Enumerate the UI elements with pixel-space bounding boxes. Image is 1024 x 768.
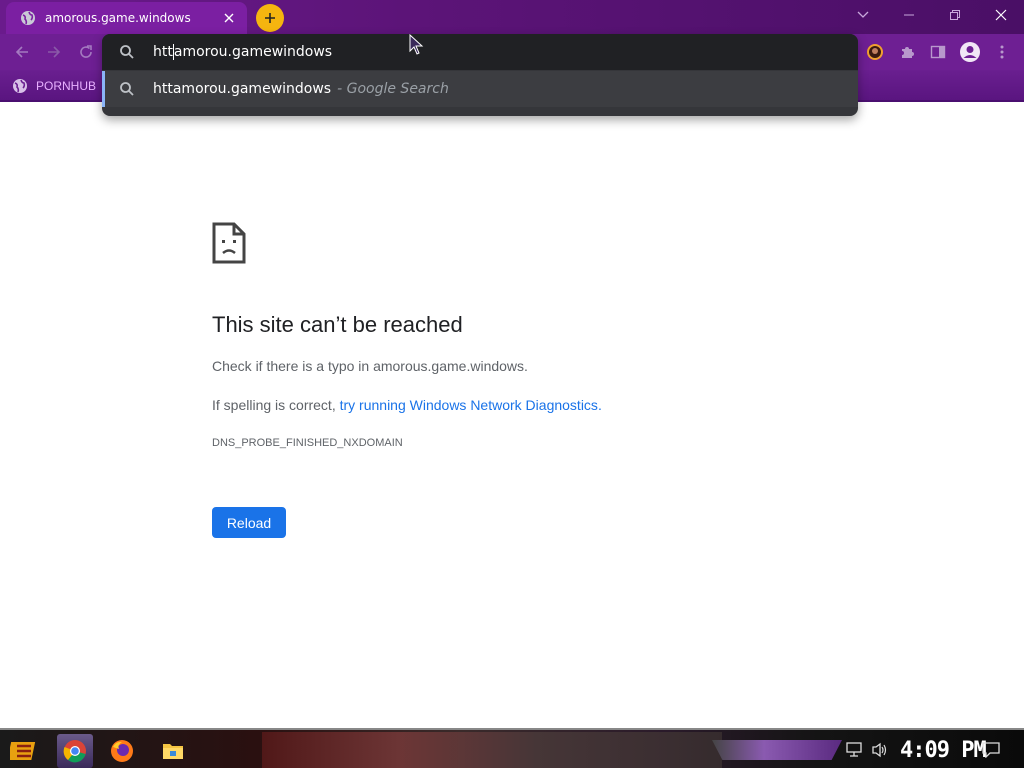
taskbar-decoration (712, 740, 842, 760)
notification-icon (982, 742, 1000, 758)
plus-icon (265, 13, 275, 23)
tab-title: amorous.game.windows (45, 11, 191, 25)
side-panel-button[interactable] (924, 38, 952, 66)
chevron-down-icon (857, 11, 869, 18)
omnibox-input[interactable]: httamorou.gamewindows (102, 34, 858, 70)
taskbar-file-explorer[interactable] (155, 734, 191, 768)
firefox-icon (111, 740, 133, 762)
restore-button[interactable] (932, 0, 978, 30)
diagnostics-suffix: . (597, 397, 602, 413)
error-typo-hint: Check if there is a typo in amorous.game… (212, 358, 528, 374)
minimize-button[interactable] (886, 0, 932, 30)
volume-tray-icon[interactable] (869, 738, 891, 762)
notification-center[interactable] (980, 738, 1002, 762)
omnibox-text-before-caret: htt (153, 44, 173, 60)
taskbar-clock[interactable]: 4:09 PM (900, 734, 987, 766)
network-icon (846, 742, 862, 757)
extensions-button[interactable] (893, 38, 921, 66)
omnibox-text-after-caret: amorou.gamewindows (173, 44, 333, 60)
start-icon (10, 742, 36, 760)
arrow-left-icon (15, 46, 28, 58)
suggestion-text: httamorou.gamewindows (153, 81, 332, 97)
account-icon (960, 42, 980, 62)
search-icon (120, 82, 134, 96)
close-window-button[interactable] (978, 0, 1024, 30)
error-code: DNS_PROBE_FINISHED_NXDOMAIN (212, 437, 403, 449)
omnibox-dropdown: httamorou.gamewindows httamorou.gamewind… (102, 34, 858, 116)
reload-button[interactable]: Reload (212, 507, 286, 538)
new-tab-button[interactable] (256, 4, 284, 32)
bookmark-label: PORNHUB (36, 79, 97, 93)
restore-icon (950, 10, 960, 20)
refresh-icon (80, 45, 92, 58)
bookmark-item[interactable]: PORNHUB (12, 76, 96, 96)
avatar-icon (867, 44, 883, 60)
omnibox-text: httamorou.gamewindows (153, 44, 332, 60)
reload-toolbar-button[interactable] (72, 38, 100, 66)
error-diagnostics-hint: If spelling is correct, try running Wind… (212, 397, 602, 413)
tab-search-button[interactable] (840, 0, 886, 30)
sad-page-icon (212, 222, 246, 264)
side-panel-icon (930, 45, 946, 59)
diagnostics-prefix: If spelling is correct, (212, 397, 336, 413)
speaker-icon (872, 742, 887, 758)
active-tab[interactable]: amorous.game.windows (6, 2, 247, 34)
back-button[interactable] (8, 38, 36, 66)
taskbar-chrome[interactable] (57, 734, 93, 768)
taskbar-wallpaper (262, 732, 722, 768)
taskbar-firefox[interactable] (104, 734, 140, 768)
start-button[interactable] (6, 734, 42, 768)
more-vert-icon (1000, 45, 1004, 59)
puzzle-icon (902, 47, 914, 58)
chrome-icon (63, 740, 86, 763)
globe-icon (13, 79, 27, 93)
network-diagnostics-link[interactable]: try running Windows Network Diagnostics (340, 397, 598, 413)
error-title: This site can’t be reached (212, 312, 463, 337)
mouse-cursor-icon (409, 34, 424, 55)
arrow-right-icon (48, 46, 61, 58)
close-icon (995, 9, 1007, 21)
minimize-icon (904, 14, 914, 16)
close-tab-icon[interactable] (215, 4, 243, 32)
omnibox-suggestion[interactable]: httamorou.gamewindows - Google Search (102, 71, 858, 107)
globe-icon (21, 11, 35, 25)
profile-button[interactable] (956, 38, 984, 66)
menu-button[interactable] (988, 38, 1016, 66)
taskbar: 4:09 PM (0, 728, 1024, 768)
tab-strip: amorous.game.windows (0, 0, 1024, 34)
network-tray-icon[interactable] (845, 738, 865, 762)
forward-button[interactable] (40, 38, 68, 66)
search-icon (120, 45, 134, 59)
folder-icon (163, 744, 183, 759)
profile-avatar-small[interactable] (861, 38, 889, 66)
suggestion-subtext: - Google Search (337, 81, 449, 97)
